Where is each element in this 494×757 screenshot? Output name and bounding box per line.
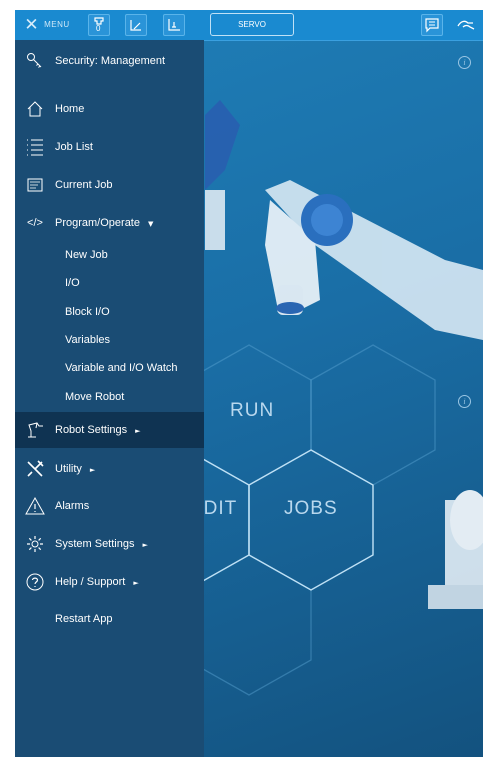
run-tile-label[interactable]: RUN	[230, 400, 274, 422]
menu-item-label: Program/Operate	[55, 217, 140, 229]
menu-item-block-io[interactable]: Block I/O	[15, 300, 204, 324]
menu-item-label: Home	[55, 103, 85, 115]
menu-item-label: Variables	[65, 334, 111, 346]
menu-item-variable-io-watch[interactable]: Variable and I/O Watch	[15, 356, 204, 380]
gear-icon	[25, 534, 45, 554]
message-icon	[421, 13, 443, 36]
menu-item-new-job[interactable]: New Job	[15, 243, 204, 267]
menu-item-job-list[interactable]: Job List	[15, 134, 204, 160]
menu-item-label: System Settings	[55, 538, 135, 550]
close-icon: ✕	[24, 14, 40, 35]
side-menu: Security: Management Home Job List Curre…	[15, 40, 204, 757]
home-icon	[25, 99, 45, 119]
expand-arrow-icon: ►	[142, 541, 148, 549]
jobs-tile-label[interactable]: JOBS	[284, 498, 338, 520]
expand-arrow-icon: ▼	[147, 220, 154, 228]
menu-item-label: Restart App	[55, 613, 113, 625]
expand-arrow-icon: ►	[89, 466, 96, 474]
menu-item-label: Job List	[55, 141, 93, 153]
coordinate-frame-button[interactable]	[125, 13, 147, 36]
user-frame-button[interactable]	[163, 13, 185, 36]
menu-item-home[interactable]: Home	[15, 96, 204, 122]
menu-item-restart-app[interactable]: Restart App	[15, 606, 204, 632]
menu-item-system-settings[interactable]: System Settings ►	[15, 531, 204, 557]
help-icon	[25, 572, 45, 592]
menu-item-label: Utility	[55, 463, 82, 475]
menu-item-label: Security: Management	[55, 55, 166, 67]
info-icon[interactable]: i	[458, 56, 471, 69]
menu-item-label: Alarms	[55, 500, 90, 512]
menu-item-alarms[interactable]: Alarms	[15, 493, 204, 519]
menu-item-utility[interactable]: Utility ►	[15, 456, 204, 482]
menu-toggle-button[interactable]: ✕ MENU	[19, 13, 75, 36]
menu-item-label: Move Robot	[65, 391, 125, 403]
menu-item-current-job[interactable]: Current Job	[15, 172, 204, 198]
coordinate-frame-icon	[125, 13, 147, 36]
menu-item-security[interactable]: Security: Management	[15, 48, 204, 74]
menu-item-label: New Job	[65, 249, 108, 261]
menu-item-program-operate[interactable]: </> Program/Operate ▼	[15, 210, 204, 236]
robot-arm-image	[205, 100, 483, 609]
code-icon: </>	[27, 217, 43, 229]
menu-item-variables[interactable]: Variables	[15, 328, 204, 352]
menu-item-label: Variable and I/O Watch	[65, 362, 178, 374]
menu-label: MENU	[44, 20, 70, 29]
tool-select-button[interactable]: 0	[88, 13, 110, 36]
menu-item-label: Robot Settings	[55, 424, 128, 436]
menu-item-move-robot[interactable]: Move Robot	[15, 385, 204, 409]
info-icon[interactable]: i	[458, 395, 471, 408]
list-icon	[25, 137, 45, 157]
pendant-screen: RUN EDIT JOBS i i ✕ MENU 0 SERVO Securit…	[15, 10, 483, 757]
menu-item-label: Current Job	[55, 179, 113, 191]
expand-arrow-icon: ►	[135, 427, 141, 435]
hand-gesture-icon	[457, 20, 475, 30]
servo-button[interactable]: SERVO	[210, 13, 294, 36]
menu-item-label: Help / Support	[55, 576, 126, 588]
hand-gesture-button[interactable]	[455, 13, 477, 36]
document-icon	[25, 175, 45, 195]
menu-item-label: Block I/O	[65, 306, 110, 318]
message-button[interactable]	[421, 13, 443, 36]
expand-arrow-icon: ►	[133, 579, 139, 587]
menu-item-label: I/O	[65, 277, 80, 289]
user-frame-icon	[163, 13, 185, 36]
robot-icon	[25, 420, 45, 440]
menu-item-help-support[interactable]: Help / Support ►	[15, 569, 204, 595]
warning-icon	[25, 496, 45, 516]
tool-icon: 0	[88, 13, 110, 36]
key-icon	[25, 51, 45, 71]
tools-icon	[25, 459, 45, 479]
menu-item-robot-settings[interactable]: Robot Settings ►	[15, 412, 204, 448]
menu-item-io[interactable]: I/O	[15, 271, 204, 295]
top-toolbar: ✕ MENU 0 SERVO	[15, 10, 483, 41]
tool-number: 0	[96, 23, 101, 33]
